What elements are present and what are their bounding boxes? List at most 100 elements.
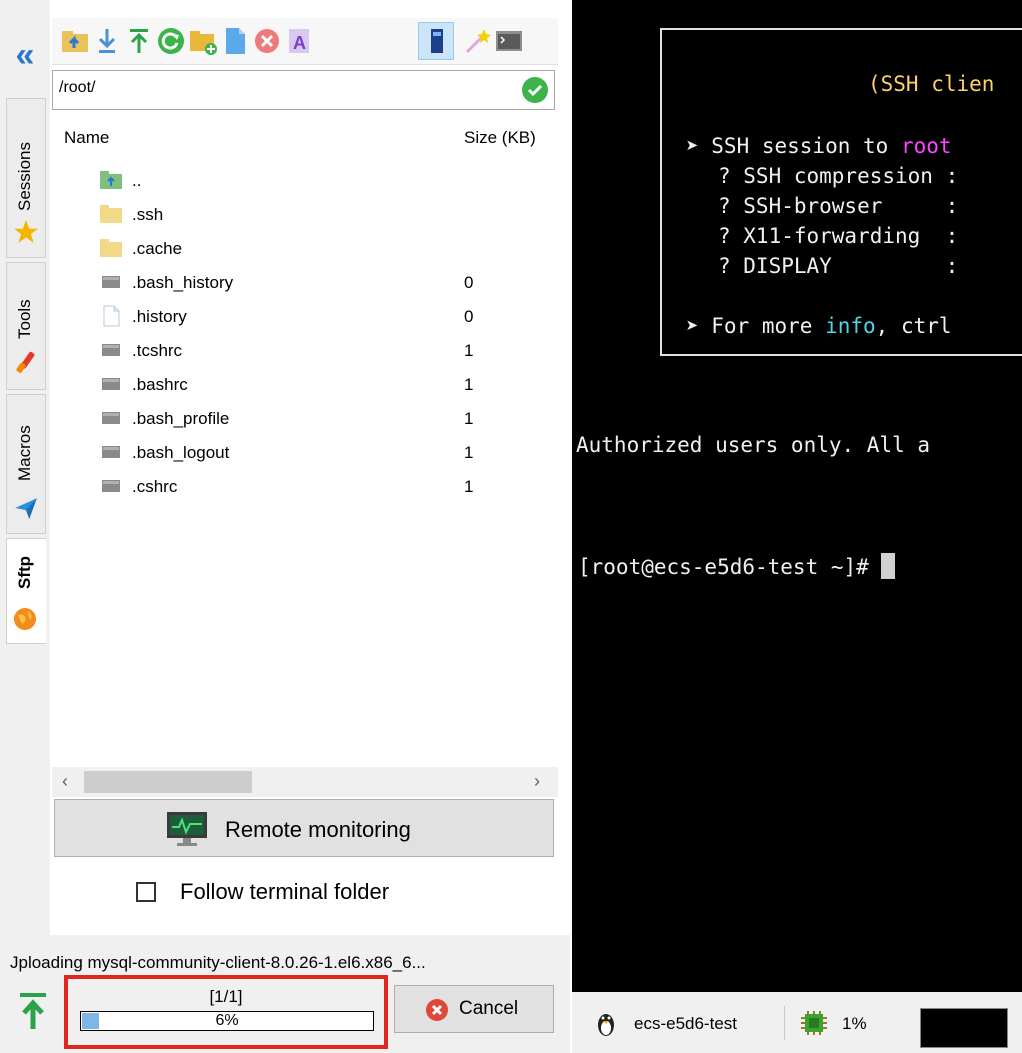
status-divider [784, 1006, 785, 1040]
new-folder-icon[interactable] [188, 26, 218, 56]
file-name: .history [132, 307, 187, 326]
file-gray-icon [102, 480, 120, 492]
list-item[interactable]: .cache [52, 232, 558, 266]
upload-icon[interactable] [124, 26, 154, 56]
terminal-icon[interactable] [494, 26, 524, 56]
file-name: .bashrc [132, 375, 188, 394]
follow-terminal-folder-checkbox[interactable] [136, 882, 156, 902]
collapse-sidebar-icon[interactable]: « [8, 38, 42, 74]
list-item[interactable]: .bash_profile 1 [52, 402, 558, 436]
scroll-right-icon[interactable]: › [534, 771, 540, 792]
file-name: .tcshrc [132, 341, 183, 360]
tab-sftp[interactable]: Sftp [6, 538, 46, 644]
follow-terminal-folder-label: Follow terminal folder [180, 879, 390, 904]
list-item[interactable]: .cshrc 1 [52, 470, 558, 504]
terminal-statusbar: ecs-e5d6-test 1% [572, 992, 1022, 1053]
option-line: ? DISPLAY : [718, 254, 959, 278]
upload-counter: [1/1] [209, 987, 243, 1006]
file-name: .bash_profile [132, 409, 230, 428]
session-user: root [900, 134, 952, 158]
terminal[interactable]: (SSH clien ➤ SSH session to root ? SSH c… [572, 0, 1022, 992]
file-name: .bash_history [132, 273, 234, 292]
cancel-label: Cancel [459, 998, 519, 1019]
file-gray-icon [102, 378, 120, 390]
column-header-size[interactable]: Size (KB) [464, 128, 536, 148]
remote-monitoring-label: Remote monitoring [225, 817, 411, 842]
prompt-line: [root@ecs-e5d6-test ~]# [578, 553, 896, 579]
checkmark-icon[interactable] [522, 77, 548, 103]
cancel-icon [426, 999, 448, 1021]
sidebar: « Sessions Tools Macros Sftp [0, 0, 50, 1053]
option-line: ? X11-forwarding : [718, 224, 959, 248]
file-size: 1 [464, 409, 474, 428]
tab-sessions-label: Sessions [15, 142, 34, 211]
cpu-icon [801, 1011, 827, 1035]
folder-icon [100, 239, 122, 257]
follow-terminal-folder-row: Follow terminal folder [52, 862, 558, 926]
star-icon [14, 220, 38, 243]
tab-tools-label: Tools [15, 299, 34, 339]
info-line: ➤ For more info, ctrl [686, 314, 952, 338]
file-size: 0 [464, 273, 474, 292]
scroll-left-icon[interactable]: ‹ [62, 771, 68, 792]
file-size: 0 [464, 307, 474, 326]
list-item[interactable]: .. [52, 164, 558, 198]
folder-icon [100, 205, 122, 223]
list-item[interactable]: .history 0 [52, 300, 558, 334]
download-icon[interactable] [92, 26, 122, 56]
file-size: 1 [464, 375, 474, 394]
rename-icon[interactable]: A [284, 26, 314, 56]
option-line: ? SSH compression : [718, 164, 959, 188]
upload-progress-highlight: [1/1] 6% [64, 975, 388, 1049]
parent-folder-icon[interactable] [60, 26, 90, 56]
properties-button-active[interactable] [418, 22, 454, 60]
upload-filename: Jploading mysql-community-client-8.0.26-… [10, 953, 426, 972]
list-item[interactable]: .tcshrc 1 [52, 334, 558, 368]
status-cpu: 1% [842, 1014, 867, 1033]
delete-icon[interactable] [252, 26, 282, 56]
file-blank-icon [103, 305, 120, 327]
list-item[interactable]: .bash_history 0 [52, 266, 558, 300]
tab-tools[interactable]: Tools [6, 262, 46, 390]
file-gray-icon [102, 412, 120, 424]
banner-title: (SSH clien [868, 72, 995, 96]
svg-text:A: A [293, 33, 306, 53]
tab-sessions[interactable]: Sessions [6, 98, 46, 258]
cancel-button[interactable]: Cancel [394, 985, 554, 1033]
upload-panel: Jploading mysql-community-client-8.0.26-… [0, 935, 570, 1053]
option-line: ? SSH-browser : [718, 194, 959, 218]
path-input[interactable]: /root/ [52, 70, 555, 110]
status-graph [920, 1008, 1008, 1048]
file-size: 1 [464, 443, 474, 462]
globe-icon [14, 608, 36, 630]
shell-prompt: [root@ecs-e5d6-test ~]# [578, 555, 882, 579]
wand-icon[interactable] [462, 26, 492, 56]
file-name: .ssh [132, 205, 164, 224]
new-file-icon[interactable] [220, 26, 250, 56]
file-size: 1 [464, 477, 474, 496]
list-item[interactable]: .bashrc 1 [52, 368, 558, 402]
list-item[interactable]: .bash_logout 1 [52, 436, 558, 470]
file-name: .cshrc [132, 477, 178, 496]
properties-icon [431, 29, 443, 53]
session-line: ➤ SSH session to root [686, 134, 952, 158]
status-host: ecs-e5d6-test [634, 1014, 737, 1033]
file-name: .. [132, 171, 142, 190]
monitor-icon [167, 812, 207, 846]
column-header-name[interactable]: Name [64, 128, 109, 148]
sftp-toolbar: A [52, 18, 558, 65]
horizontal-scrollbar[interactable]: ‹ › [52, 767, 558, 797]
tab-macros[interactable]: Macros [6, 394, 46, 534]
remote-monitoring-button[interactable]: Remote monitoring [54, 799, 554, 857]
parent-folder-icon [100, 171, 122, 189]
refresh-icon[interactable] [156, 26, 186, 56]
file-list: Name Size (KB) .. .ssh .cache .bash_hist… [52, 112, 558, 767]
file-gray-icon [102, 276, 120, 288]
file-name: .bash_logout [132, 443, 230, 462]
scrollbar-thumb[interactable] [84, 771, 252, 793]
wrench-icon [16, 351, 35, 373]
session-prefix: ➤ SSH session to [686, 134, 901, 158]
info-word: info [825, 314, 876, 338]
list-item[interactable]: .ssh [52, 198, 558, 232]
authorized-line: Authorized users only. All a [576, 433, 931, 457]
